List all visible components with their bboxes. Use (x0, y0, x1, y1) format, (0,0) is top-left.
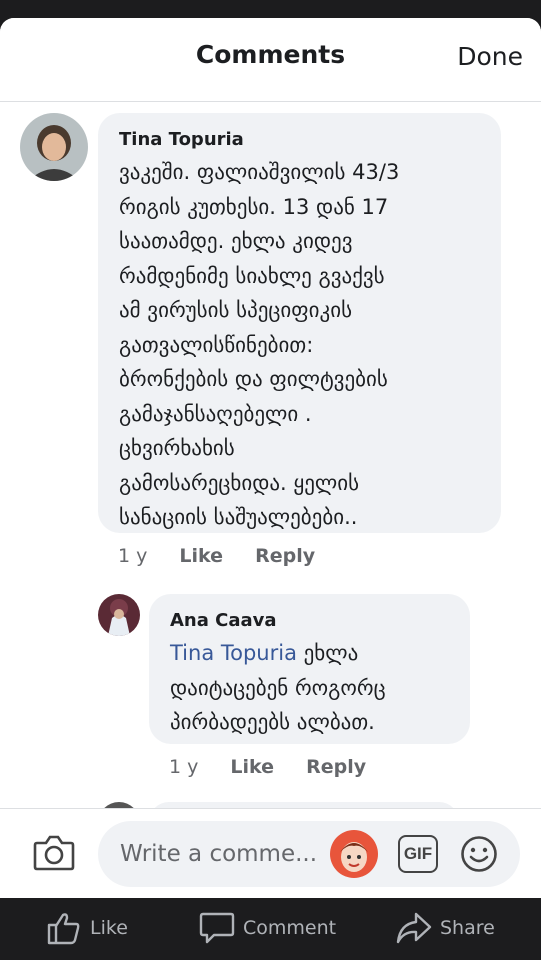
comment-icon (199, 912, 235, 944)
like-tab[interactable]: Like (46, 910, 128, 946)
comment-timestamp: 1 y (169, 756, 199, 778)
comments-header: Comments Done (0, 18, 541, 102)
reply-link[interactable]: Reply (255, 545, 315, 567)
reply-link[interactable]: Reply (306, 756, 366, 778)
done-button[interactable]: Done (457, 42, 523, 71)
comment-author[interactable]: Tina Topuria (119, 129, 244, 150)
comment-meta: 1 y Like Reply (118, 545, 315, 567)
comment-composer: Write a comme... GIF (0, 808, 541, 898)
comment-text: Tina Topuria ეხლა დაიტაცებენ როგორც პირბ… (170, 641, 386, 734)
like-link[interactable]: Like (230, 756, 274, 778)
avatar[interactable] (98, 594, 140, 636)
comment-input[interactable]: Write a comme... GIF (98, 821, 520, 887)
comment-meta: 1 y Like Reply (169, 756, 366, 778)
thumbs-up-icon (47, 913, 80, 945)
comment-tab[interactable]: Comment (199, 910, 336, 946)
comment-timestamp: 1 y (118, 545, 148, 567)
comment-bubble: Tina Topuria ვაკეში. ფალიაშვილის 43/3 რი… (98, 113, 501, 533)
camera-icon[interactable] (33, 833, 75, 875)
like-tab-label: Like (90, 917, 128, 939)
gif-button[interactable]: GIF (398, 835, 438, 873)
comment-text: ვაკეში. ფალიაშვილის 43/3 რიგის კუთხესი. … (119, 160, 400, 529)
share-icon (396, 912, 432, 944)
avatar-sticker-icon[interactable] (330, 830, 378, 882)
like-link[interactable]: Like (179, 545, 223, 567)
emoji-icon[interactable] (460, 835, 498, 877)
share-tab[interactable]: Share (396, 910, 495, 946)
mention-link[interactable]: Tina Topuria (170, 641, 297, 665)
comment-tab-label: Comment (243, 917, 337, 939)
avatar[interactable] (20, 113, 88, 181)
reply-bubble: Ana Caava Tina Topuria ეხლა დაიტაცებენ რ… (149, 594, 470, 744)
comment-input-placeholder: Write a comme... (120, 841, 318, 867)
comment-author[interactable]: Ana Caava (170, 610, 277, 631)
share-tab-label: Share (440, 917, 495, 939)
comments-sheet: Comments Done Tina Topuria ვაკეში. ფალია… (0, 18, 541, 898)
action-bar: Like Comment Share (0, 898, 541, 960)
